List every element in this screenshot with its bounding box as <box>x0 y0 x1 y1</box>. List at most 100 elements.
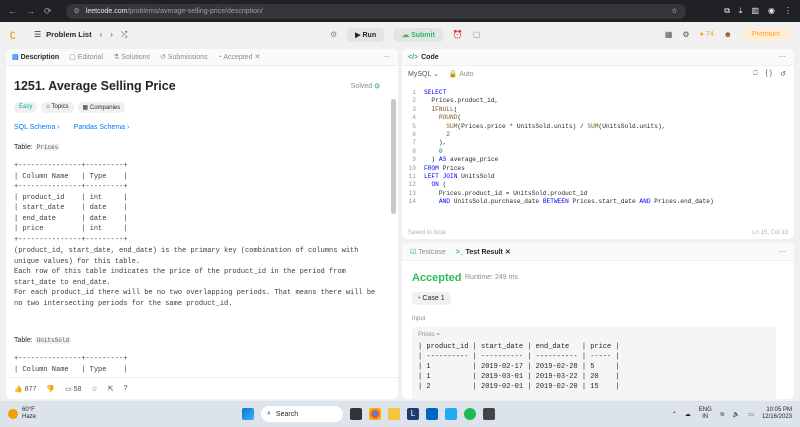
problem-list-icon[interactable]: ☰ <box>34 30 41 39</box>
topics-badge[interactable]: ⌂ Topics <box>41 102 74 113</box>
tab-testcase[interactable]: ☑ Testcase <box>410 248 446 256</box>
scrollbar-thumb[interactable] <box>391 99 396 214</box>
building-icon: ▦ <box>82 105 90 111</box>
windows-start-icon[interactable] <box>242 408 254 420</box>
help-icon[interactable]: ? <box>124 385 128 392</box>
auto-mode[interactable]: 🔒 Auto <box>449 70 474 78</box>
extensions-icon[interactable]: ⧉ <box>724 6 730 16</box>
solved-status: Solved ⊙ <box>350 83 380 90</box>
avatar[interactable]: ☻ <box>724 30 732 39</box>
close-tab-icon[interactable]: ✕ <box>505 249 511 256</box>
prev-problem-icon[interactable]: ‹ <box>100 30 103 40</box>
notes-icon[interactable]: ▢ <box>473 30 481 39</box>
code-line: 11 LEFT JOIN UnitsSold <box>402 173 792 181</box>
downloads-icon[interactable]: ⤓ <box>739 6 743 16</box>
line-number: 8 <box>412 147 416 155</box>
sidebar-icon[interactable]: ▥ <box>751 6 759 16</box>
vscode-icon[interactable] <box>445 408 457 420</box>
tab-submissions[interactable]: ↺ Submissions <box>160 53 208 61</box>
run-button[interactable]: ▶ Run <box>347 27 385 42</box>
shuffle-icon[interactable]: ⤮ <box>121 30 127 40</box>
clock[interactable]: 10:05 PM 12/16/2023 <box>762 407 792 422</box>
battery-icon[interactable]: ▭ <box>748 411 754 418</box>
tab-test-result[interactable]: >_ Test Result ✕ <box>456 248 511 256</box>
chevron-down-icon: ⌄ <box>433 71 439 78</box>
profile-icon[interactable]: ◉ <box>768 6 775 16</box>
format-icon[interactable]: { } <box>766 70 773 78</box>
next-problem-icon[interactable]: › <box>110 30 113 40</box>
case-1-button[interactable]: • Case 1 <box>412 292 451 305</box>
line-number: 7 <box>412 139 416 147</box>
code-icon: </> <box>408 53 419 61</box>
chevron-right-icon: › <box>57 124 60 131</box>
tab-accepted[interactable]: ◔ Accepted ✕ <box>218 53 261 61</box>
search-icon: ⌕ <box>267 410 271 417</box>
pandas-schema-link[interactable]: Pandas Schema › <box>74 124 130 131</box>
line-number: 12 <box>408 181 416 189</box>
result-tabs: ☑ Testcase >_ Test Result ✕ ⋯ <box>402 243 794 261</box>
more-options-icon[interactable]: ⋯ <box>779 53 786 61</box>
description-footer: 👍 877 👎 ▭ 58 ☆ ⇱ ? <box>6 377 398 399</box>
cloud-upload-icon: ☁ <box>402 31 412 39</box>
bookmark-star-icon[interactable]: ☆ <box>671 7 677 15</box>
line-number: 4 <box>412 114 416 122</box>
code-text: LEFT JOIN UnitsSold <box>424 173 495 181</box>
close-tab-icon[interactable]: ✕ <box>254 54 260 61</box>
l-app-icon[interactable]: L <box>407 408 419 420</box>
folder-icon[interactable] <box>388 408 400 420</box>
leetcode-logo-icon[interactable]: ʗ <box>10 29 22 41</box>
url-site: leetcode.com <box>85 7 128 15</box>
wifi-icon[interactable]: ≋ <box>720 411 725 418</box>
forward-icon[interactable]: → <box>26 6 35 17</box>
settings-icon[interactable]: ⚙ <box>682 30 689 39</box>
sql-schema-link[interactable]: SQL Schema › <box>14 124 60 131</box>
debug-icon[interactable]: ⚙ <box>330 30 337 39</box>
language-indicator[interactable]: ENG IN <box>699 407 712 421</box>
language-select[interactable]: MySQL ⌄ <box>408 70 439 78</box>
volume-icon[interactable]: 🔈 <box>733 411 740 418</box>
terminal-app-icon[interactable] <box>483 408 495 420</box>
prices-description: (product_id, start_date, end_date) is th… <box>14 247 376 308</box>
bookmark-icon[interactable]: ⎕ <box>753 70 757 78</box>
reset-icon[interactable]: ↺ <box>780 70 786 78</box>
favorite-star-icon[interactable]: ☆ <box>91 385 97 393</box>
submit-button[interactable]: ☁ Submit <box>394 27 443 42</box>
like-button[interactable]: 👍 877 <box>14 385 36 393</box>
comments-button[interactable]: ▭ 58 <box>65 385 81 393</box>
dislike-icon[interactable]: 👎 <box>46 385 55 393</box>
taskbar-search[interactable]: ⌕ Search <box>261 406 343 422</box>
layout-icon[interactable]: ▦ <box>665 30 673 39</box>
onedrive-icon[interactable]: ☁ <box>685 411 691 418</box>
problem-list-link[interactable]: Problem List <box>46 30 91 39</box>
streak-badge[interactable]: ● 74 <box>700 31 714 38</box>
tab-solutions[interactable]: ⚗ Solutions <box>113 53 150 61</box>
browser-toolbar: ← → ⟳ ⚙ leetcode.com/problems/average-se… <box>0 0 800 22</box>
alarm-icon[interactable]: ⏰ <box>453 30 463 39</box>
code-editor[interactable]: 1 SELECT 2 Prices.product_id, 3 IFNULL(4 RO… <box>402 89 792 207</box>
code-line: 14 AND UnitsSold.purchase_date BETWEEN P… <box>402 198 792 206</box>
tab-description[interactable]: ▤ Description <box>12 53 59 61</box>
site-info-icon[interactable]: ⚙ <box>74 7 80 15</box>
address-bar[interactable]: ⚙ leetcode.com/problems/average-selling-… <box>65 3 686 19</box>
tab-editorial[interactable]: ▢ Editorial <box>69 53 103 61</box>
share-icon[interactable]: ⇱ <box>108 385 114 393</box>
back-icon[interactable]: ← <box>8 6 17 17</box>
weather-widget[interactable]: 60°F Haze <box>8 407 36 421</box>
history-icon: ↺ <box>160 54 168 61</box>
input-box: Prices = | product_id | start_date | end… <box>412 327 776 399</box>
more-options-icon[interactable]: ⋯ <box>383 53 390 61</box>
input-name: Prices = <box>418 332 440 338</box>
more-options-icon[interactable]: ⋯ <box>779 248 786 256</box>
code-text: 0 <box>438 147 443 155</box>
menu-icon[interactable]: ⋮ <box>784 6 792 16</box>
reload-icon[interactable]: ⟳ <box>44 6 52 17</box>
chevron-up-icon[interactable]: ⌃ <box>672 411 677 418</box>
chrome-icon[interactable] <box>369 408 381 420</box>
code-text: IFNULL( <box>431 105 458 113</box>
companies-badge[interactable]: ▦ Companies <box>77 102 126 113</box>
description-tabs: ▤ Description ▢ Editorial ⚗ Solutions ↺ S… <box>6 49 398 66</box>
premium-button[interactable]: Premium <box>741 28 790 41</box>
file-explorer-icon[interactable] <box>350 408 362 420</box>
spotify-icon[interactable] <box>464 408 476 420</box>
store-icon[interactable] <box>426 408 438 420</box>
